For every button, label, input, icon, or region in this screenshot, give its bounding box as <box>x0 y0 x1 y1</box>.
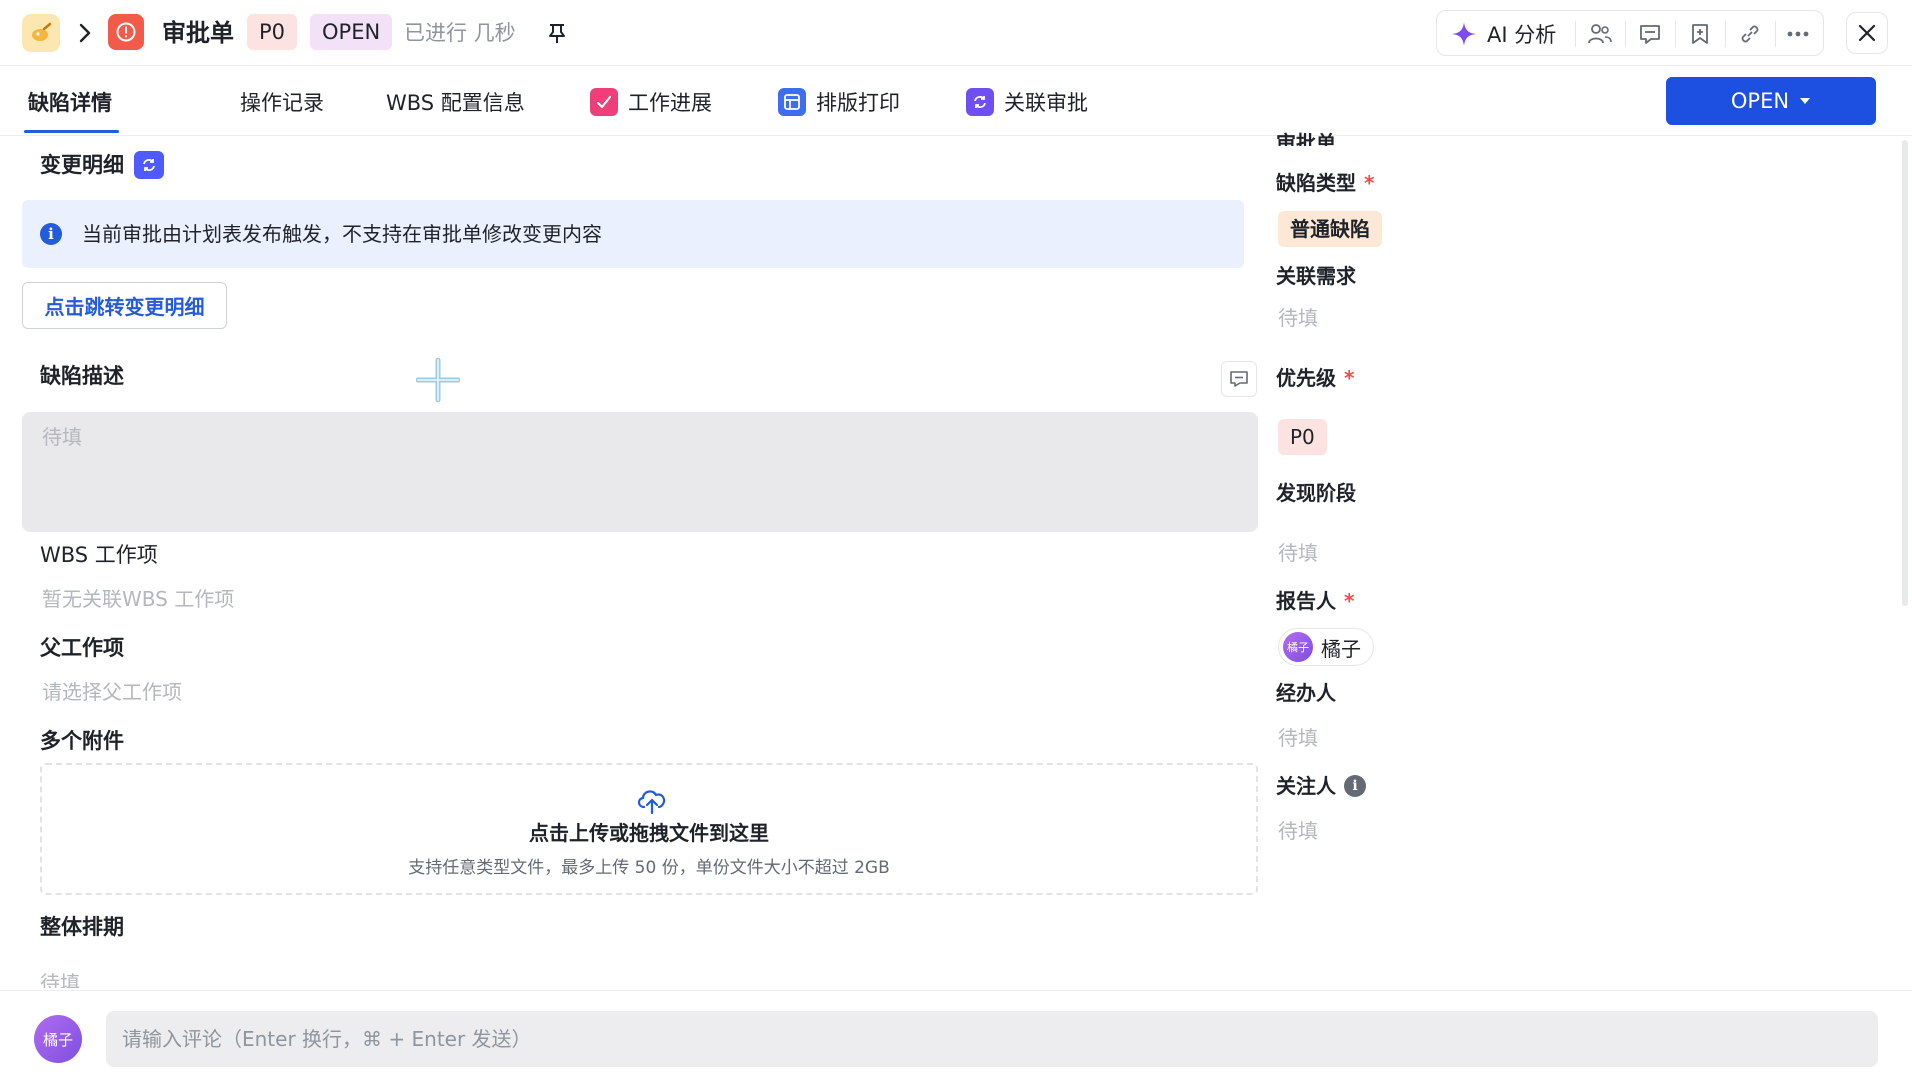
bookmark-add-icon[interactable] <box>1685 19 1715 49</box>
defect-description-input[interactable]: 待填 <box>22 412 1258 532</box>
status-tag: OPEN <box>310 14 393 50</box>
required-mark: * <box>1344 366 1355 390</box>
info-banner: i 当前审批由计划表发布触发，不支持在审批单修改变更内容 <box>22 200 1244 268</box>
info-icon: i <box>40 223 62 245</box>
approval-type-icon <box>108 14 144 50</box>
toolbar-divider <box>1775 21 1776 47</box>
tab-label: WBS 配置信息 <box>386 91 525 115</box>
description-comment-icon[interactable] <box>1221 361 1257 397</box>
reporter-name: 橘子 <box>1321 636 1361 661</box>
status-button-label: OPEN <box>1730 89 1790 113</box>
tab-defect-details[interactable]: 缺陷详情 <box>28 86 112 118</box>
pin-icon[interactable] <box>544 18 570 48</box>
progress-icon <box>590 88 618 116</box>
sync-icon[interactable] <box>134 151 164 179</box>
more-icon[interactable] <box>1783 19 1813 49</box>
jump-to-change-detail-button[interactable]: 点击跳转变更明细 <box>22 282 227 329</box>
caret-down-icon <box>1800 98 1811 104</box>
tab-wbs-config[interactable]: WBS 配置信息 <box>386 86 525 118</box>
sidebar-scrollbar[interactable] <box>1902 140 1908 606</box>
toolbar-divider <box>1675 21 1676 47</box>
avatar[interactable]: 橘子 <box>34 1015 82 1063</box>
ai-analysis-button[interactable]: AI 分析 <box>1451 19 1556 49</box>
toolbar-divider <box>1575 21 1576 47</box>
header-bar: 审批单 P0 OPEN 已进行 几秒 AI 分析 <box>0 0 1912 66</box>
defect-description-label: 缺陷描述 <box>40 364 124 388</box>
attachments-label: 多个附件 <box>40 729 124 753</box>
change-detail-label: 变更明细 <box>40 153 124 177</box>
info-icon[interactable]: i <box>1344 775 1366 797</box>
cloud-upload-icon <box>637 790 666 815</box>
parent-item-selector[interactable]: 请选择父工作项 <box>42 677 182 707</box>
close-button[interactable] <box>1846 12 1888 54</box>
app-logo-icon <box>32 22 52 41</box>
toolbar-divider <box>1625 21 1626 47</box>
defect-type-value[interactable]: 普通缺陷 <box>1278 211 1382 247</box>
description-placeholder: 待填 <box>42 425 82 449</box>
related-requirement-label: 关联需求 <box>1276 264 1356 288</box>
comment-input[interactable] <box>106 1011 1878 1067</box>
header-toolbar: AI 分析 <box>1436 10 1824 56</box>
tab-label: 缺陷详情 <box>28 91 112 115</box>
sync-icon <box>966 88 994 116</box>
comment-bar: 橘子 <box>0 990 1912 1084</box>
tab-label: 排版打印 <box>816 91 900 115</box>
parent-item-label: 父工作项 <box>40 636 124 660</box>
schedule-placeholder[interactable]: 待填 <box>40 968 80 988</box>
tab-work-progress[interactable]: 工作进展 <box>590 86 712 118</box>
page-title: 审批单 <box>162 19 234 47</box>
file-upload-dropzone[interactable]: 点击上传或拖拽文件到这里 支持任意类型文件，最多上传 50 份，单份文件大小不超… <box>40 763 1258 895</box>
tab-operation-log[interactable]: 操作记录 <box>240 86 324 118</box>
tab-related-approval[interactable]: 关联审批 <box>966 86 1088 118</box>
status-dropdown-button[interactable]: OPEN <box>1666 77 1876 125</box>
overall-schedule-label: 整体排期 <box>40 915 124 939</box>
breadcrumb-chevron-icon[interactable] <box>74 18 96 48</box>
priority-value[interactable]: P0 <box>1278 419 1327 455</box>
related-requirement-value[interactable]: 待填 <box>1278 303 1318 333</box>
crosshair-cursor-icon <box>416 358 460 402</box>
wbs-item-label: WBS 工作项 <box>40 543 158 567</box>
reporter-label: 报告人 * <box>1276 586 1354 616</box>
discovery-stage-value[interactable]: 待填 <box>1278 538 1318 568</box>
app-logo[interactable] <box>22 14 60 52</box>
info-banner-text: 当前审批由计划表发布触发，不支持在审批单修改变更内容 <box>82 222 602 246</box>
sidebar-cut-label: 审批单 <box>1276 131 1336 146</box>
wbs-item-placeholder[interactable]: 暂无关联WBS 工作项 <box>42 584 234 614</box>
discovery-stage-label: 发现阶段 <box>1276 481 1356 505</box>
tab-label: 操作记录 <box>240 91 324 115</box>
toolbar-divider <box>1725 21 1726 47</box>
members-icon[interactable] <box>1585 19 1615 49</box>
ai-analysis-label: AI 分析 <box>1487 23 1557 47</box>
close-icon <box>1858 24 1876 42</box>
upload-hint: 支持任意类型文件，最多上传 50 份，单份文件大小不超过 2GB <box>408 858 890 878</box>
active-tab-indicator <box>24 130 119 133</box>
reporter-chip[interactable]: 橘子 橘子 <box>1278 628 1374 666</box>
comment-icon[interactable] <box>1635 19 1665 49</box>
follower-value[interactable]: 待填 <box>1278 816 1318 846</box>
defect-type-label: 缺陷类型 * <box>1276 168 1374 198</box>
follower-label: 关注人 i <box>1276 771 1366 801</box>
handler-label: 经办人 <box>1276 681 1336 705</box>
tab-layout-print[interactable]: 排版打印 <box>778 86 900 118</box>
tab-bar: 缺陷详情 操作记录 WBS 配置信息 工作进展 排版打印 关联审批 OPEN <box>0 66 1912 136</box>
sparkle-icon <box>1452 22 1476 46</box>
upload-title: 点击上传或拖拽文件到这里 <box>529 821 769 845</box>
tab-label: 关联审批 <box>1004 91 1088 115</box>
avatar: 橘子 <box>1283 632 1313 662</box>
required-mark: * <box>1364 171 1375 195</box>
handler-value[interactable]: 待填 <box>1278 723 1318 753</box>
priority-tag: P0 <box>247 14 298 50</box>
tab-label: 工作进展 <box>628 91 712 115</box>
table-icon <box>778 88 806 116</box>
priority-label: 优先级 * <box>1276 363 1354 393</box>
elapsed-time: 已进行 几秒 <box>404 21 516 45</box>
required-mark: * <box>1344 589 1355 613</box>
link-icon[interactable] <box>1735 19 1765 49</box>
